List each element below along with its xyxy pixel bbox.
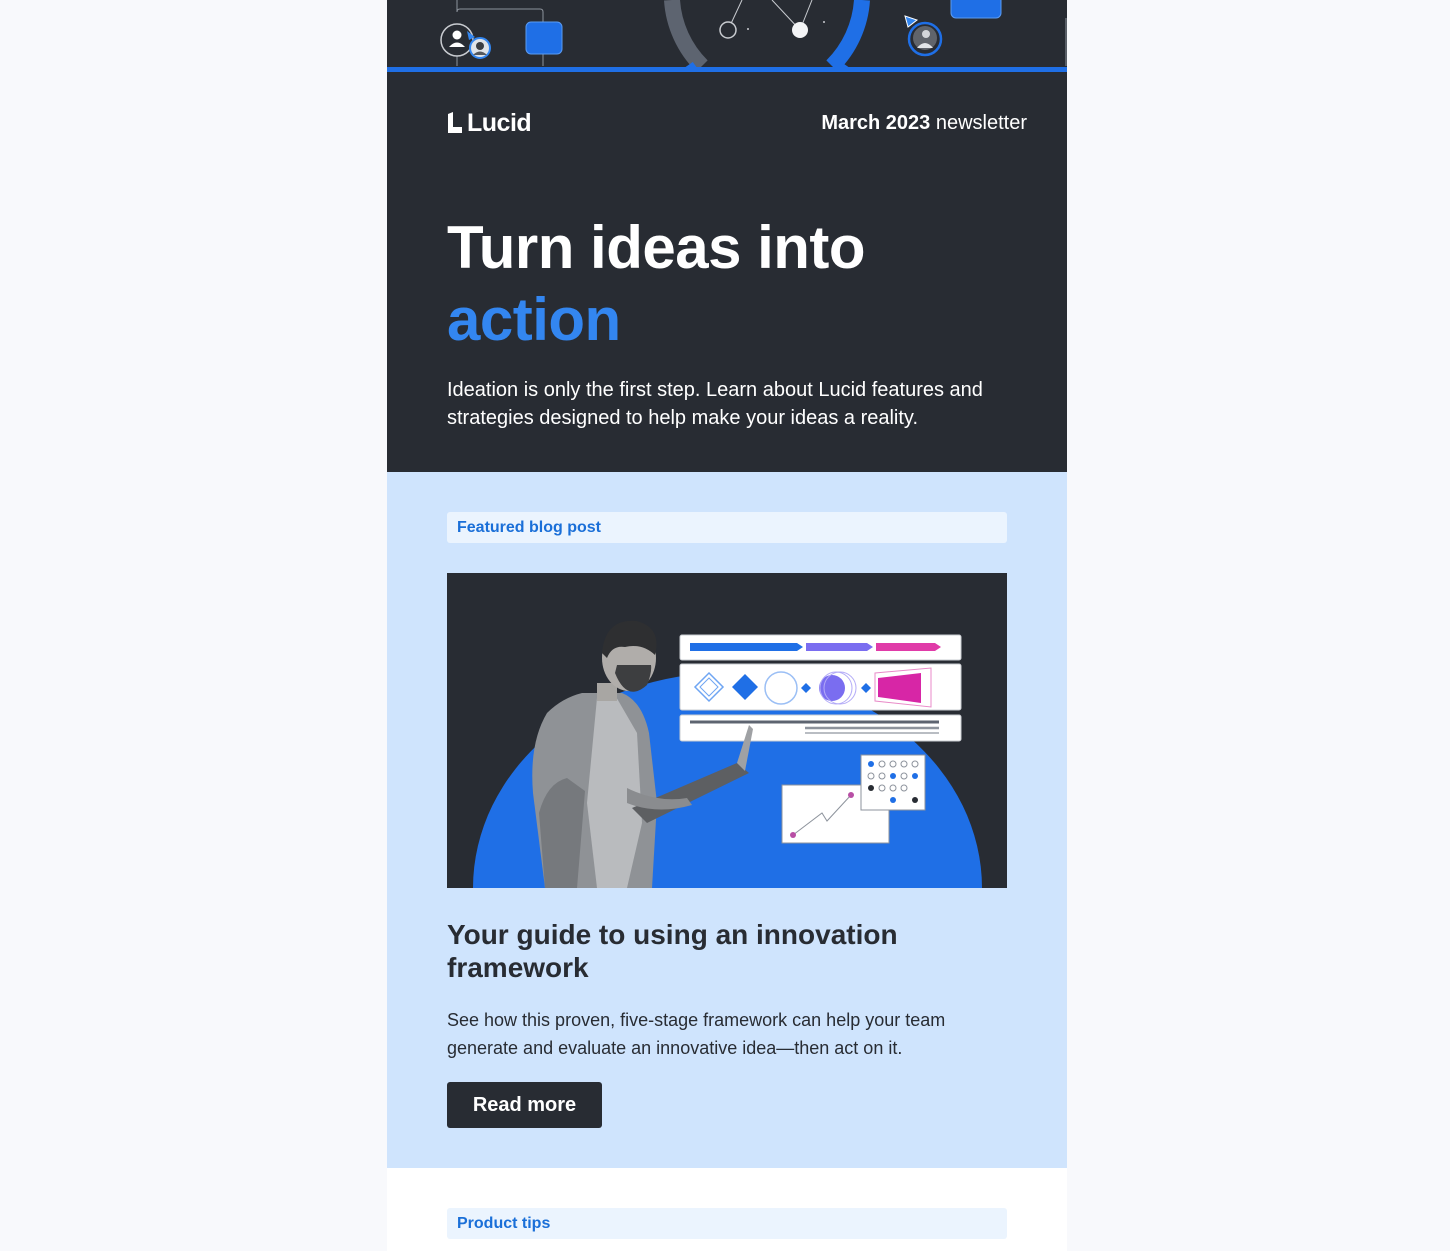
featured-tag: Featured blog post xyxy=(447,512,1007,543)
lucid-logo[interactable]: Lucid xyxy=(447,109,532,137)
newsletter-month: March 2023 xyxy=(821,112,931,134)
featured-section: Featured blog post Your guide to using a… xyxy=(387,472,1067,1168)
user-avatar-icon xyxy=(440,23,474,57)
hero-section: Lucid March 2023 newsletter Turn ideas i… xyxy=(387,72,1067,472)
hero-title: Turn ideas into action xyxy=(447,212,866,356)
featured-illustration xyxy=(473,620,982,888)
post-description: See how this proven, five-stage framewor… xyxy=(447,1010,946,1058)
featured-image[interactable] xyxy=(447,573,1007,888)
product-tips-section: Product tips xyxy=(387,1168,1067,1251)
read-more-button[interactable]: Read more xyxy=(447,1082,602,1128)
newsletter-word: newsletter xyxy=(935,112,1027,134)
decorative-banner xyxy=(387,0,1067,72)
banner-illustration xyxy=(440,0,1067,72)
product-tips-tag: Product tips xyxy=(447,1208,1007,1239)
hero-title-accent: action xyxy=(447,286,621,353)
lucid-logo-icon xyxy=(448,112,462,133)
newsletter-date: March 2023 newsletter xyxy=(821,112,1027,134)
newsletter-email: Lucid March 2023 newsletter Turn ideas i… xyxy=(387,0,1067,1251)
logo-text: Lucid xyxy=(467,109,532,137)
hero-title-line: Turn ideas into xyxy=(447,214,866,281)
post-title[interactable]: Your guide to using an innovation framew… xyxy=(447,918,1007,984)
hero-subtitle: Ideation is only the first step. Learn a… xyxy=(447,379,983,429)
